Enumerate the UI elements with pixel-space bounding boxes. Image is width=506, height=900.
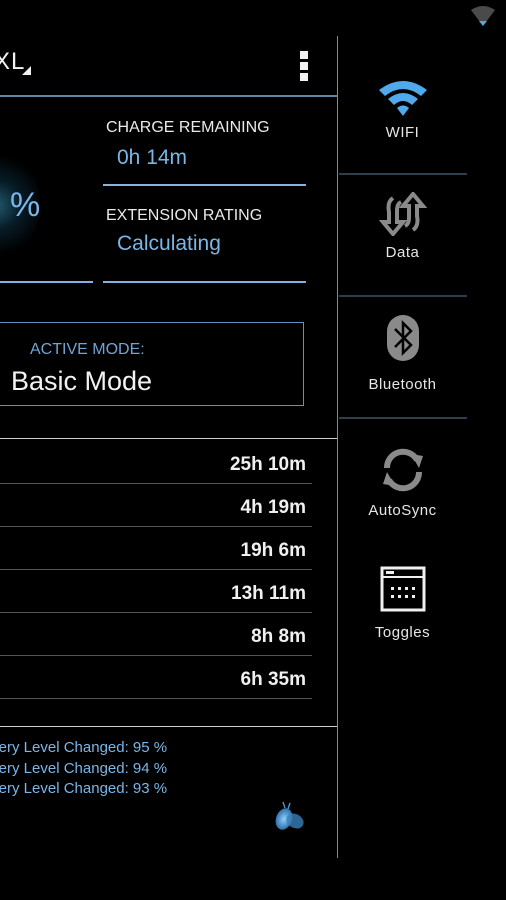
duration-value: 4h 19m [240, 497, 306, 518]
active-mode-label: ACTIVE MODE: [30, 341, 145, 358]
wifi-icon [378, 81, 427, 116]
extension-rating-underline [103, 281, 306, 283]
firefly-icon[interactable] [268, 797, 308, 837]
toggle-label: Bluetooth [368, 376, 437, 393]
sync-icon [382, 448, 423, 492]
extension-rating-label: EXTENSION RATING [106, 207, 263, 224]
log-entry: Battery Level Changed: 93 % [0, 780, 168, 797]
wifi-signal-icon [471, 6, 495, 26]
toggle-label: Toggles [374, 624, 431, 641]
duration-row[interactable]: 19h 6m [0, 527, 312, 570]
toggle-divider [339, 295, 467, 297]
duration-value: 8h 8m [251, 626, 306, 647]
panel-divider [337, 36, 338, 858]
toggle-autosync[interactable]: AutoSync [339, 446, 466, 519]
duration-row[interactable]: 25h 10m [0, 441, 312, 484]
duration-value: 25h 10m [229, 454, 306, 475]
gauge-underline [0, 281, 93, 283]
toggle-label: Data [385, 244, 420, 261]
duration-list: 25h 10m 4h 19m 19h 6m 13h 11m 8h 8m 6h 3… [0, 441, 312, 699]
charge-remaining-label: CHARGE REMAINING [106, 119, 270, 136]
log-entry: Battery Level Changed: 95 % [0, 739, 168, 756]
log-divider [0, 726, 337, 727]
duration-value: 6h 35m [240, 669, 306, 690]
dropdown-caret-icon[interactable] [22, 66, 31, 75]
header-divider [0, 95, 337, 97]
battery-percent: % [10, 186, 41, 224]
bluetooth-icon [386, 315, 419, 361]
active-mode-value: Basic Mode [11, 366, 153, 396]
extension-rating-value: Calculating [117, 232, 221, 255]
duration-row[interactable]: 4h 19m [0, 484, 312, 527]
data-transfer-icon [378, 192, 427, 236]
event-log: Battery Level Changed: 95 % Battery Leve… [0, 738, 167, 800]
duration-row[interactable]: 6h 35m [0, 656, 312, 699]
log-entry: Battery Level Changed: 94 % [0, 759, 168, 777]
duration-row[interactable]: 13h 11m [0, 570, 312, 613]
charge-remaining-value: 0h 14m [117, 146, 188, 169]
duration-row[interactable]: 8h 8m [0, 613, 312, 656]
toggle-label: AutoSync [368, 502, 437, 519]
duration-value: 19h 6m [240, 540, 306, 561]
toggle-wifi[interactable]: WIFI [339, 78, 466, 141]
charge-remaining-underline [103, 184, 306, 186]
toggle-data[interactable]: Data [339, 192, 466, 261]
overflow-menu-icon[interactable] [300, 51, 310, 81]
toggle-toggles[interactable]: Toggles [339, 566, 466, 641]
section-divider [0, 438, 337, 439]
toggle-divider [339, 417, 467, 419]
toggles-panel-icon [380, 566, 425, 612]
duration-value: 13h 11m [231, 583, 306, 604]
toggle-divider [339, 173, 467, 175]
toggle-label: WIFI [385, 124, 420, 141]
toggle-bluetooth[interactable]: Bluetooth [339, 314, 466, 393]
